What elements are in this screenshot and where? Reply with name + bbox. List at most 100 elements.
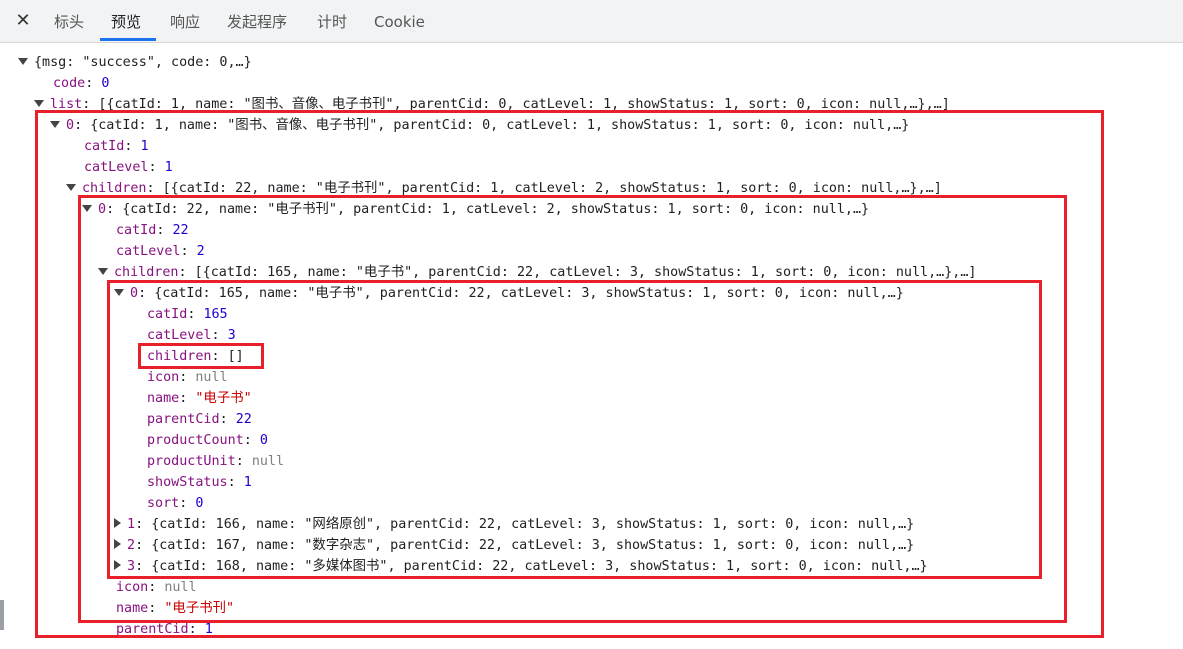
tree-row-code: code: 0 [53,76,110,91]
value-label: 0 [195,496,204,511]
tree-row-list[interactable]: list: [{catId: 1, name: "图书、音像、电子书刊", pa… [34,94,950,115]
key-label: catId [84,139,125,154]
tree-row-field: name: "电子书" [147,391,252,406]
tree-row-catLevel: catLevel: 1 [84,160,173,175]
index-label: 1 [127,517,136,532]
key-label: children [114,265,179,280]
tree-row-child0[interactable]: 0: {catId: 22, name: "电子书刊", parentCid: … [82,199,869,220]
expand-arrow-icon[interactable] [50,120,60,128]
key-label: catLevel [84,160,149,175]
tab-response[interactable]: 响应 [170,12,200,32]
value-label: 1 [204,622,213,637]
key-label: sort [147,496,180,511]
tree-row-field: productUnit: null [147,454,285,469]
scrollbar-edge [0,600,4,630]
value-label: "电子书" [195,391,252,406]
key-label: children [147,349,212,364]
tree-row-item0[interactable]: 0: {catId: 1, name: "图书、音像、电子书刊", parent… [50,115,909,136]
index-label: 0 [130,286,139,301]
item-summary: {catId: 166, name: "网络原创", parentCid: 22… [151,517,915,532]
key-label: name [147,391,180,406]
index-label: 3 [127,559,136,574]
index-label: 0 [66,118,75,133]
tree-row-catId: catId: 22 [116,223,189,238]
value-label: [] [227,349,244,364]
tab-initiator[interactable]: 发起程序 [227,12,287,32]
key-label: catLevel [116,244,181,259]
tree-row-grandchild0[interactable]: 0: {catId: 165, name: "电子书", parentCid: … [114,283,904,304]
tree-row-sibling[interactable]: 2: {catId: 167, name: "数字杂志", parentCid:… [114,535,914,556]
tree-row-children[interactable]: children: [{catId: 22, name: "电子书刊", par… [66,178,942,199]
value-label: 1 [164,160,173,175]
value-label: null [251,454,285,469]
close-icon[interactable]: ✕ [14,12,32,30]
key-label: parentCid [116,622,189,637]
key-label: children [82,181,147,196]
key-label: parentCid [147,412,220,427]
tree-root-row[interactable]: {msg: "success", code: 0,…} [18,52,252,73]
tree-row-icon: icon: null [116,580,197,595]
expand-arrow-icon[interactable] [18,57,28,65]
expand-arrow-icon[interactable] [82,204,92,212]
tab-headers[interactable]: 标头 [54,12,84,32]
tree-row-field: children: [] [147,349,244,364]
tree-row-field: icon: null [147,370,228,385]
tree-row-parentCid: parentCid: 1 [116,622,213,637]
key-label: icon [116,580,149,595]
devtools-tab-bar: ✕ 标头 预览 响应 发起程序 计时 Cookie [0,0,1183,43]
value-label: 0 [101,76,110,91]
tree-row-field: showStatus: 1 [147,475,252,490]
item-summary: {catId: 22, name: "电子书刊", parentCid: 1, … [122,202,870,217]
tree-row-catLevel: catLevel: 2 [116,244,205,259]
tree-row-field: sort: 0 [147,496,204,511]
tab-cookie[interactable]: Cookie [374,12,425,32]
key-label: catLevel [147,328,212,343]
active-tab-indicator [100,38,156,41]
key-label: name [116,601,149,616]
key-label: catId [116,223,157,238]
tab-preview[interactable]: 预览 [111,12,141,32]
value-label: 3 [227,328,236,343]
index-label: 0 [98,202,107,217]
list-summary: [{catId: 1, name: "图书、音像、电子书刊", parentCi… [98,97,950,112]
key-label: code [53,76,86,91]
value-label: 2 [196,244,205,259]
root-summary: {msg: "success", code: 0,…} [34,55,252,70]
tree-row-field: parentCid: 22 [147,412,252,427]
item-summary: {catId: 168, name: "多媒体图书", parentCid: 2… [151,559,928,574]
tree-row-sibling[interactable]: 3: {catId: 168, name: "多媒体图书", parentCid… [114,556,928,577]
tab-timing[interactable]: 计时 [317,12,347,32]
value-label: 22 [235,412,252,427]
collapse-arrow-icon[interactable] [114,539,121,549]
collapse-arrow-icon[interactable] [114,518,121,528]
tree-row-catId: catId: 1 [84,139,149,154]
key-label: showStatus [147,475,228,490]
tree-row-children[interactable]: children: [{catId: 165, name: "电子书", par… [98,262,977,283]
tree-row-field: catId: 165 [147,307,228,322]
collapse-arrow-icon[interactable] [114,560,121,570]
value-label: 1 [140,139,149,154]
key-label: list [50,97,83,112]
tree-row-field: catLevel: 3 [147,328,236,343]
value-label: 1 [243,475,252,490]
item-summary: {catId: 1, name: "图书、音像、电子书刊", parentCid… [90,118,910,133]
value-label: 0 [259,433,268,448]
tree-row-sibling[interactable]: 1: {catId: 166, name: "网络原创", parentCid:… [114,514,914,535]
tree-row-field: productCount: 0 [147,433,268,448]
key-label: icon [147,370,180,385]
expand-arrow-icon[interactable] [34,99,44,107]
value-label: 165 [203,307,228,322]
value-label: null [195,370,228,385]
key-label: catId [147,307,188,322]
value-label: null [164,580,197,595]
item-summary: {catId: 167, name: "数字杂志", parentCid: 22… [151,538,915,553]
index-label: 2 [127,538,136,553]
expand-arrow-icon[interactable] [66,183,76,191]
value-label: "电子书刊" [164,601,235,616]
children-summary: [{catId: 22, name: "电子书刊", parentCid: 1,… [162,181,942,196]
value-label: 22 [172,223,189,238]
expand-arrow-icon[interactable] [114,288,124,296]
key-label: productUnit [147,454,236,469]
expand-arrow-icon[interactable] [98,267,108,275]
children-summary: [{catId: 165, name: "电子书", parentCid: 22… [194,265,977,280]
